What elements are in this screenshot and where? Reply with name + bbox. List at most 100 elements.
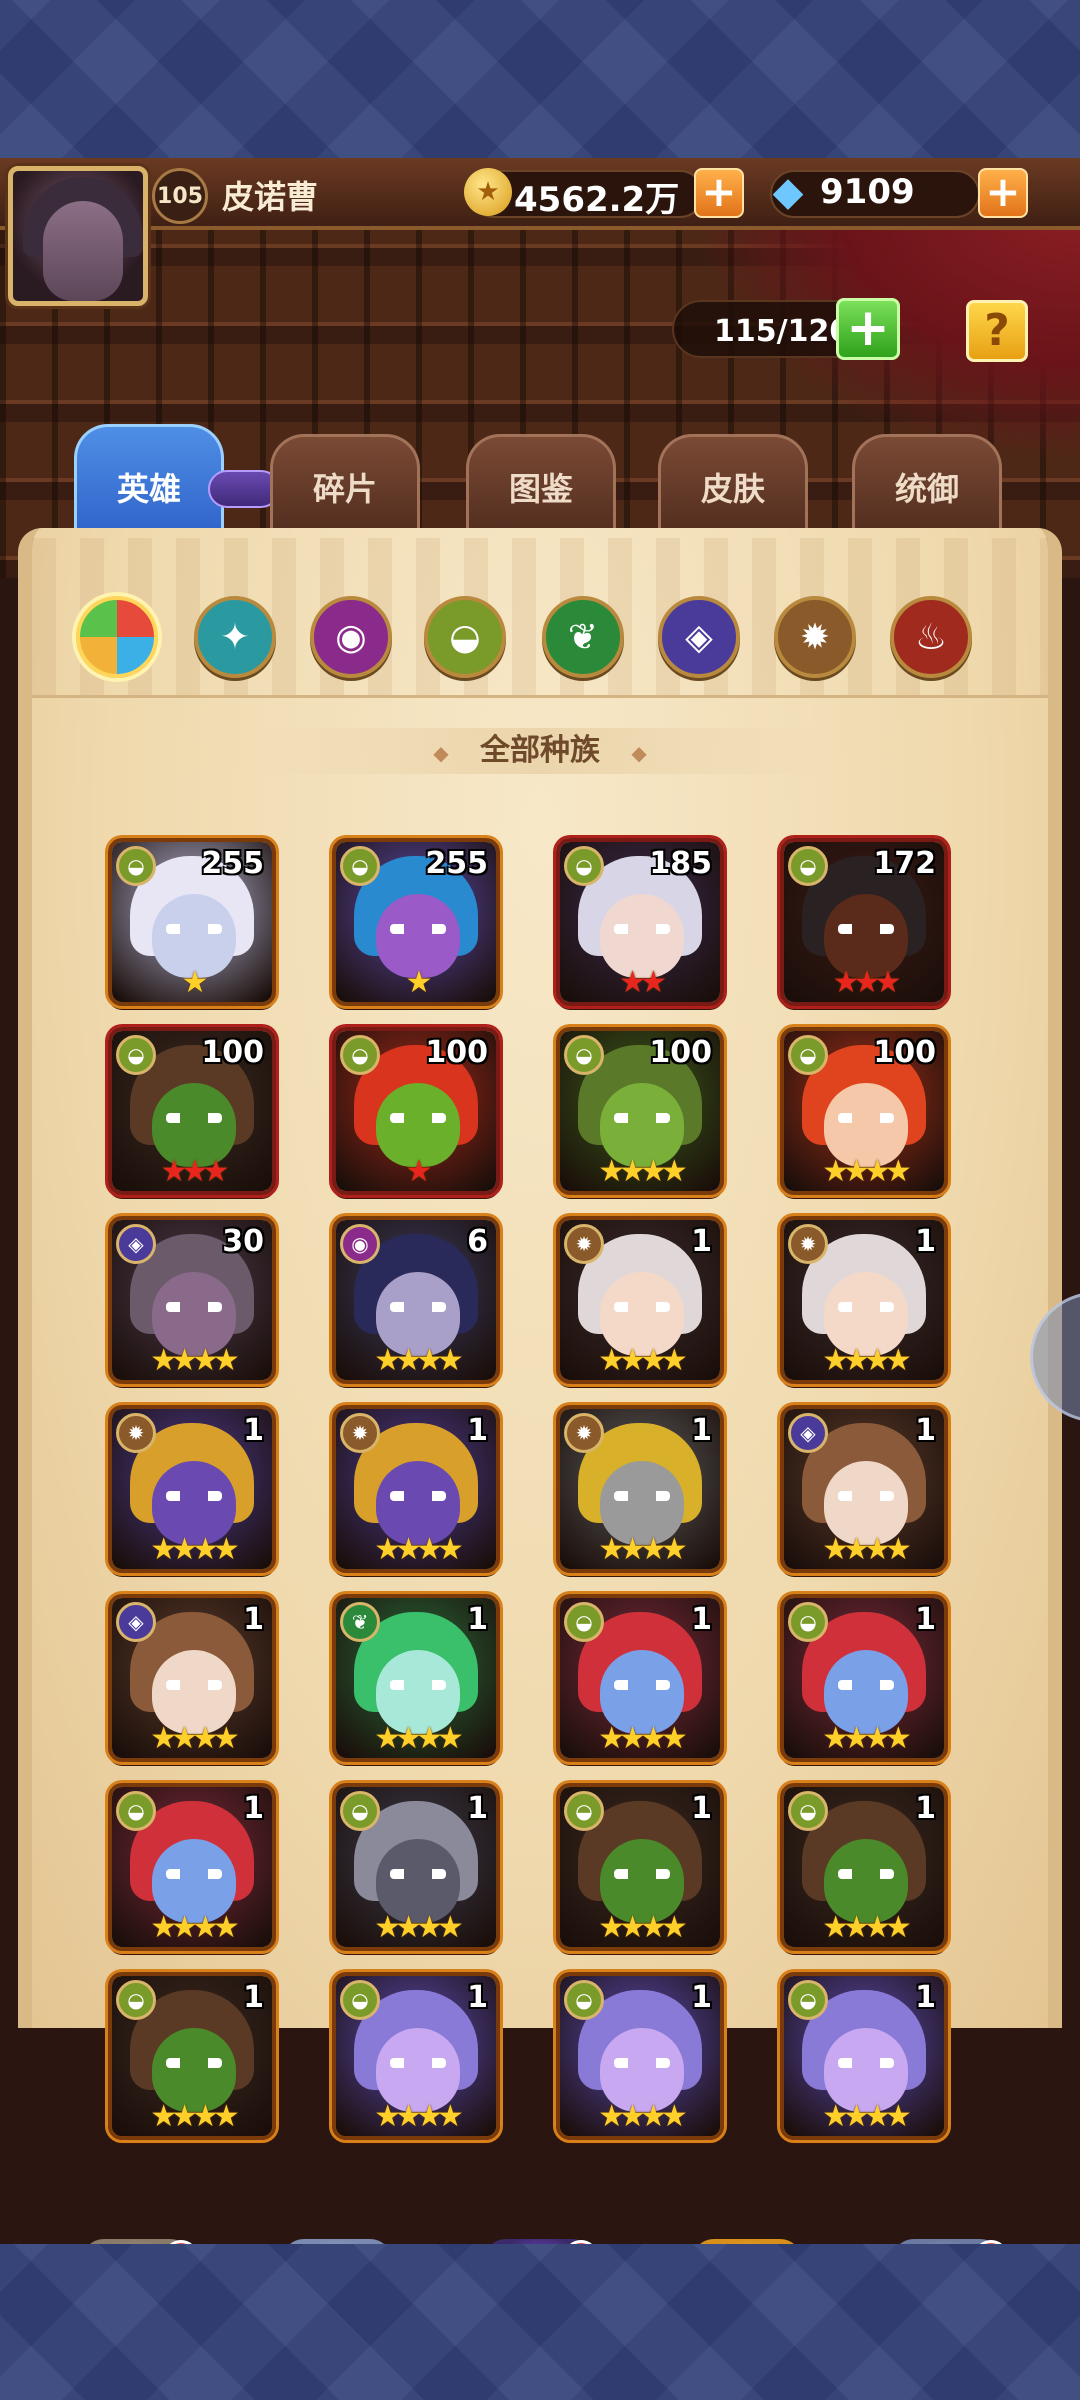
gem-amount: 9109 [820, 172, 915, 212]
hero-card[interactable]: ◒ 185 ★★ [556, 838, 724, 1006]
hero-stars: ★★★★ [822, 1910, 912, 1945]
hero-stars: ★★★ [832, 965, 902, 1000]
add-gold-button[interactable]: + [694, 168, 744, 218]
hero-stars: ★★★★ [374, 1910, 464, 1945]
fortress-faction-icon: ◒ [564, 1602, 604, 1642]
hero-eyes [838, 924, 894, 934]
hero-card[interactable]: ◒ 100 ★ [332, 1027, 500, 1195]
fortress-faction-icon[interactable]: ◒ [424, 596, 506, 678]
hero-card[interactable]: ◒ 1 ★★★★ [556, 1783, 724, 1951]
nature-faction-icon[interactable]: ❦ [542, 596, 624, 678]
hero-card[interactable]: ◒ 1 ★★★★ [332, 1972, 500, 2140]
hero-level: 100 [425, 1035, 488, 1070]
hero-eyes [166, 1113, 222, 1123]
hero-card[interactable]: ◒ 1 ★★★★ [556, 1972, 724, 2140]
hero-card[interactable]: ✹ 1 ★★★★ [108, 1405, 276, 1573]
hero-eyes [614, 1491, 670, 1501]
hero-stars: ★ [181, 965, 209, 1000]
abyss-faction-icon: ◈ [116, 1602, 156, 1642]
nav-heroes[interactable]: ☺ 英雄 [242, 2228, 432, 2244]
hero-level: 1 [691, 1224, 712, 1259]
hero-card[interactable]: ◈ 1 ★★★★ [780, 1405, 948, 1573]
hero-stars: ★★★★ [822, 1721, 912, 1756]
hero-card[interactable]: ◒ 1 ★★★★ [780, 1594, 948, 1762]
light-faction-icon: ✹ [116, 1413, 156, 1453]
fortress-faction-icon: ◒ [340, 1791, 380, 1831]
fortress-faction-icon: ◒ [788, 846, 828, 886]
hero-eyes [614, 1680, 670, 1690]
hero-card[interactable]: ◒ 172 ★★★ [780, 838, 948, 1006]
hero-card[interactable]: ✹ 1 ★★★★ [556, 1216, 724, 1384]
nav-main-city[interactable]: ♜ 主城 [42, 2228, 232, 2244]
hero-level: 30 [222, 1224, 264, 1259]
hero-card[interactable]: ❦ 1 ★★★★ [332, 1594, 500, 1762]
fortress-faction-icon: ◒ [564, 1980, 604, 2020]
hero-card[interactable]: ◒ 1 ★★★★ [780, 1972, 948, 2140]
title-diamond-left: ◆ [433, 741, 449, 765]
fortress-faction-icon: ◒ [564, 1035, 604, 1075]
add-gems-button[interactable]: + [978, 168, 1028, 218]
abyss-faction-icon[interactable]: ◈ [658, 596, 740, 678]
hero-level: 1 [243, 1602, 264, 1637]
gold-amount: 4562.2万 [514, 180, 680, 220]
hero-card[interactable]: ◒ 100 ★★★★ [556, 1027, 724, 1195]
hero-card[interactable]: ◒ 255 ★ [108, 838, 276, 1006]
nav-explore[interactable]: ◎ 探险 [444, 2228, 634, 2244]
nav-backpack[interactable]: ▣ 背包 [652, 2228, 842, 2244]
forest-faction-icon[interactable]: ✦ [194, 596, 276, 678]
hero-card[interactable]: ◒ 1 ★★★★ [332, 1783, 500, 1951]
hero-stars: ★★★★ [150, 1721, 240, 1756]
hero-card[interactable]: ◒ 1 ★★★★ [108, 1783, 276, 1951]
fortress-faction-icon: ◒ [116, 1791, 156, 1831]
expand-capacity-button[interactable]: + [836, 298, 900, 360]
hero-stars: ★ [405, 1154, 433, 1189]
all-races-icon[interactable] [76, 596, 158, 678]
hero-card[interactable]: ◒ 1 ★★★★ [780, 1783, 948, 1951]
help-button[interactable]: ? [966, 300, 1028, 362]
hero-stars: ★★★★ [374, 2099, 464, 2134]
title-diamond-right: ◆ [631, 741, 647, 765]
hero-card[interactable]: ◒ 100 ★★★ [108, 1027, 276, 1195]
fortress-faction-icon: ◒ [788, 1602, 828, 1642]
hero-card[interactable]: ◉ 6 ★★★★ [332, 1216, 500, 1384]
hero-card[interactable]: ◒ 1 ★★★★ [556, 1594, 724, 1762]
hero-card[interactable]: ✹ 1 ★★★★ [556, 1405, 724, 1573]
hero-card[interactable]: ◒ 100 ★★★★ [780, 1027, 948, 1195]
shadow-faction-icon: ◉ [340, 1224, 380, 1264]
hero-level: 255 [425, 846, 488, 881]
light-faction-icon[interactable]: ✹ [774, 596, 856, 678]
hero-eyes [390, 1869, 446, 1879]
hero-card[interactable]: ◒ 1 ★★★★ [108, 1972, 276, 2140]
dark-faction-icon[interactable]: ♨ [890, 596, 972, 678]
race-filter-label: 全部种族 [480, 733, 600, 768]
hero-card[interactable]: ✹ 1 ★★★★ [780, 1216, 948, 1384]
hero-card[interactable]: ✹ 1 ★★★★ [332, 1405, 500, 1573]
hero-stars: ★★★★ [822, 1532, 912, 1567]
hero-eyes [166, 1869, 222, 1879]
gold-coin-icon: ★ [464, 168, 512, 216]
shadow-faction-icon[interactable]: ◉ [310, 596, 392, 678]
hero-eyes [614, 924, 670, 934]
player-level-badge: 105 [152, 168, 208, 224]
abyss-faction-icon: ◈ [788, 1413, 828, 1453]
hero-level: 6 [467, 1224, 488, 1259]
hero-stars: ★★★★ [374, 1721, 464, 1756]
fortress-faction-icon: ◒ [340, 1035, 380, 1075]
hero-card[interactable]: ◈ 30 ★★★★ [108, 1216, 276, 1384]
hero-level: 1 [243, 1980, 264, 2015]
hero-stars: ★ [405, 965, 433, 1000]
hero-level: 1 [691, 1791, 712, 1826]
hero-stars: ★★★★ [150, 2099, 240, 2134]
player-avatar[interactable] [8, 166, 148, 306]
hero-capacity-value: 115/120 [714, 314, 851, 349]
hero-card[interactable]: ◈ 1 ★★★★ [108, 1594, 276, 1762]
hero-eyes [390, 924, 446, 934]
hero-stars: ★★★★ [598, 1721, 688, 1756]
nav-guild[interactable]: ♖ 公会 [852, 2228, 1042, 2244]
hero-level: 1 [915, 1413, 936, 1448]
hero-eyes [838, 1869, 894, 1879]
hero-card[interactable]: ◒ 255 ★ [332, 838, 500, 1006]
hero-stars: ★★★★ [374, 1343, 464, 1378]
hero-level: 1 [467, 1791, 488, 1826]
fortress-faction-icon: ◒ [788, 1791, 828, 1831]
